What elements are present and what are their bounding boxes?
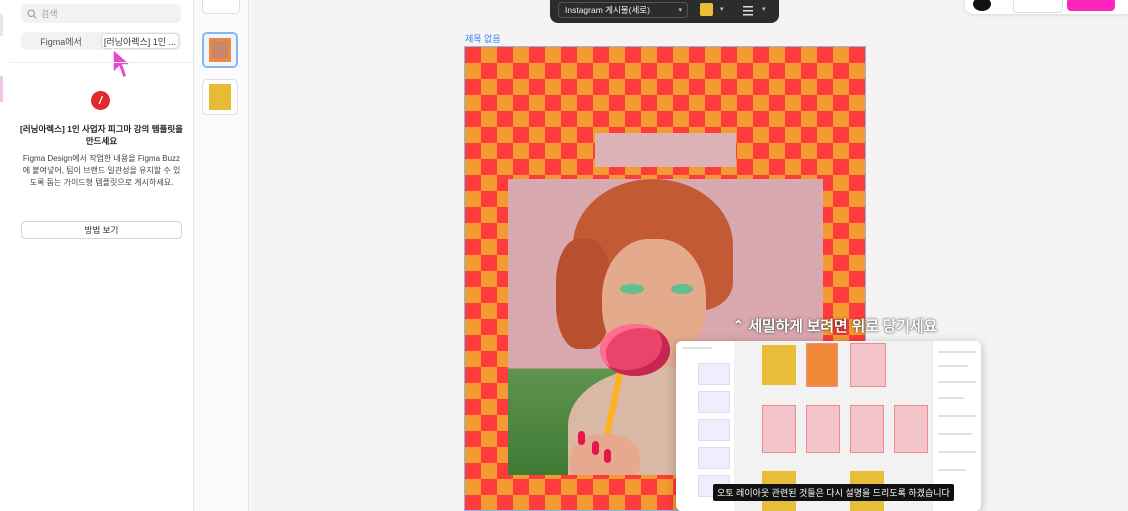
pip-thumb	[698, 419, 730, 441]
nail	[592, 441, 599, 455]
edge-tab-active[interactable]	[0, 76, 3, 102]
pip-row	[938, 415, 976, 417]
pip-row	[682, 347, 712, 349]
floating-toolbar: Instagram 게시물(세로) ▾ ▾ ▾	[550, 0, 779, 23]
search-placeholder: 검색	[41, 9, 58, 19]
page-thumbnail-2[interactable]	[202, 79, 238, 115]
pip-thumb	[698, 391, 730, 413]
eyeshadow-left	[620, 284, 644, 294]
how-to-button[interactable]: 방법 보기	[21, 221, 182, 239]
chevron-down-icon: ▾	[678, 7, 682, 14]
pip-card	[850, 343, 886, 387]
template-description: Figma Design에서 작업한 내용을 Figma Buzz에 붙여넣어,…	[22, 154, 181, 187]
template-title: [러닝아렉스] 1인 사업자 피그마 강의 템플릿을 만드세요	[20, 124, 183, 146]
pip-row	[938, 365, 968, 367]
video-subtitle: ⌃ 세밀하게 보려면 위로 당기세요	[732, 318, 938, 335]
edge-tab[interactable]	[0, 14, 3, 36]
format-label: Instagram 게시물(세로)	[565, 5, 650, 15]
format-dropdown[interactable]: Instagram 게시물(세로) ▾	[558, 2, 688, 18]
chevron-down-icon[interactable]: ▾	[720, 5, 724, 13]
align-icon[interactable]	[742, 4, 754, 22]
flower	[600, 324, 670, 376]
pip-row	[938, 397, 964, 399]
share-button[interactable]	[1067, 0, 1115, 11]
pip-thumb	[698, 447, 730, 469]
search-icon	[27, 8, 37, 19]
pages-thumbnail-panel	[194, 0, 249, 511]
pip-card	[806, 405, 840, 453]
pointer-cursor-icon	[110, 47, 134, 86]
pip-card	[850, 405, 884, 453]
pip-yellow-card	[762, 345, 796, 385]
chevron-down-icon[interactable]: ▾	[762, 5, 766, 13]
thumbnail-preview	[209, 84, 231, 110]
eyeshadow-right	[671, 284, 693, 294]
add-page-button[interactable]	[202, 0, 240, 14]
pip-row	[938, 433, 972, 435]
pip-row	[938, 351, 976, 353]
pip-card	[894, 405, 928, 453]
present-button[interactable]	[1013, 0, 1063, 13]
thumbnail-photo	[212, 41, 228, 59]
source-tabs: Figma에서 [러닝아렉스] 1인 ...	[21, 32, 181, 50]
thumbnail-preview	[209, 38, 231, 62]
pip-row	[938, 451, 976, 453]
top-right-controls	[965, 0, 1128, 14]
nail	[578, 431, 585, 445]
fill-color-swatch[interactable]	[700, 3, 713, 16]
pip-card	[762, 405, 796, 453]
arch-top	[595, 133, 736, 167]
tab-from-figma[interactable]: Figma에서	[23, 34, 99, 48]
avatar[interactable]	[973, 0, 991, 11]
page-thumbnail-1[interactable]	[202, 32, 238, 68]
pip-thumb	[698, 363, 730, 385]
search-input[interactable]: 검색	[21, 4, 181, 23]
divider	[10, 62, 193, 63]
pip-card	[806, 343, 838, 387]
video-caption: 오토 레이아웃 관련된 것들은 다시 설명을 드리도록 하겠습니다	[713, 484, 954, 501]
template-sidebar: 검색 Figma에서 [러닝아렉스] 1인 ... / [러닝아렉스] 1인 사…	[10, 0, 194, 511]
brand-logo-icon: /	[91, 91, 110, 110]
nail	[604, 449, 611, 463]
pip-row	[938, 469, 966, 471]
frame-label[interactable]: 제목 없음	[465, 32, 501, 45]
pip-row	[938, 381, 976, 383]
